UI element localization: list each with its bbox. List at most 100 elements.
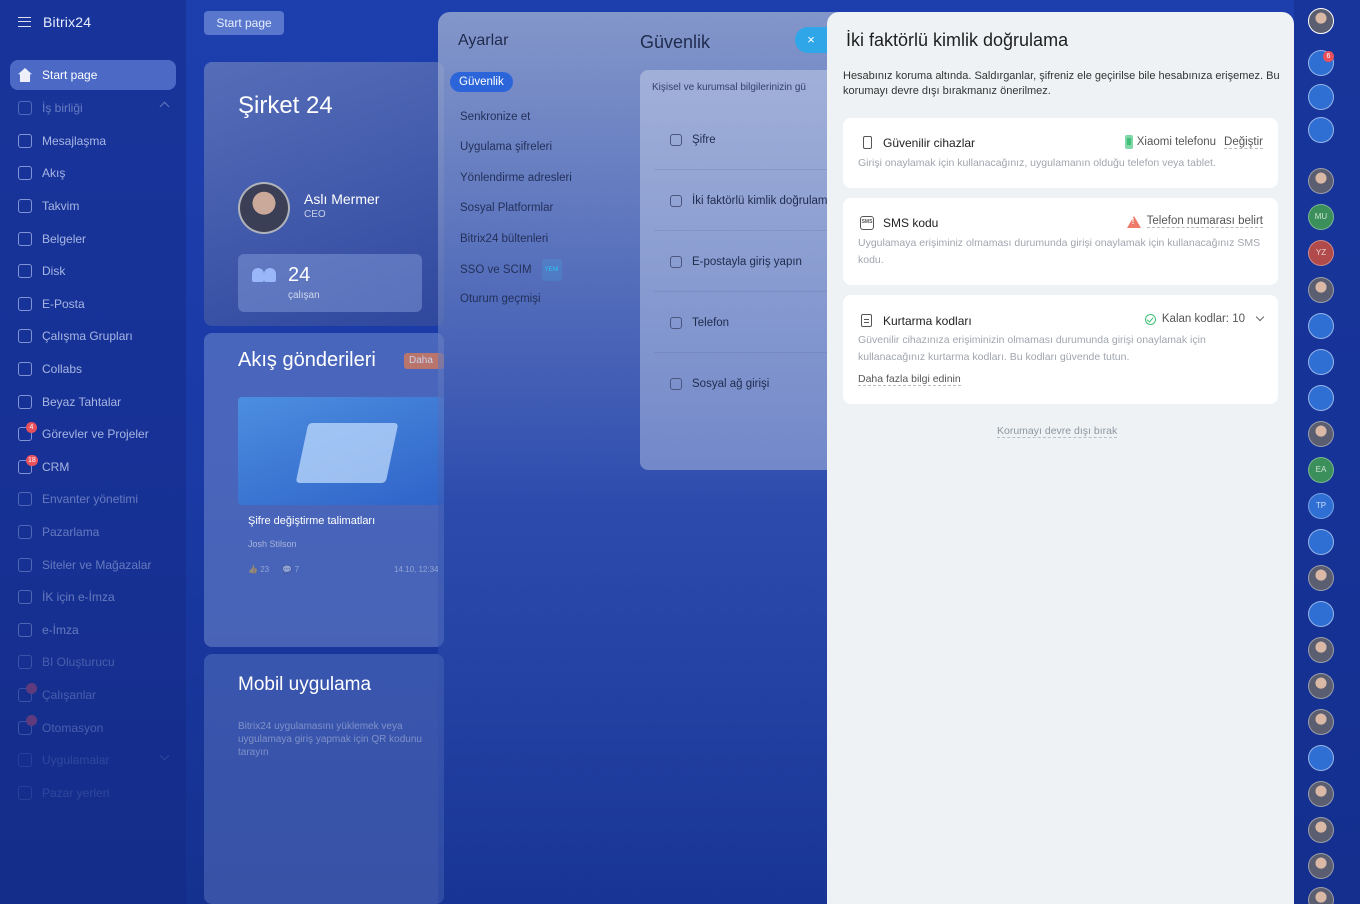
mail-icon	[670, 256, 682, 268]
settings-panel: Ayarlar Güvenlik Senkronize et Uygulama şi…	[438, 12, 838, 904]
divider	[654, 169, 838, 170]
settings-menu-item-1[interactable]: Güvenlik	[450, 72, 513, 92]
chevron-down-icon[interactable]	[1255, 312, 1265, 322]
copilot-icon[interactable]	[1308, 529, 1334, 555]
security-row-label: E-postayla giriş yapın	[692, 256, 802, 268]
chat-icon[interactable]	[1308, 117, 1334, 143]
check-circle-icon	[1144, 313, 1156, 325]
sidebar-item-11[interactable]: Beyaz Tahtalar	[0, 385, 186, 418]
sidebar-item-label: Uygulamalar	[42, 753, 110, 768]
shield-icon	[670, 195, 682, 207]
contact-avatar[interactable]: YZ	[1308, 240, 1334, 266]
sidebar-item-5[interactable]: Takvim	[0, 190, 186, 223]
security-row-1[interactable]: Şifre	[670, 130, 716, 150]
settings-menu-item-3[interactable]: Uygulama şifreleri	[450, 132, 582, 162]
chevron-up-icon[interactable]	[159, 101, 170, 112]
lock-icon	[670, 134, 682, 146]
collab-icon	[18, 101, 32, 116]
divider	[654, 230, 838, 231]
ceo-name[interactable]: Aslı Mermer	[304, 191, 379, 207]
contact-avatar[interactable]	[1308, 887, 1334, 904]
sidebar-item-3[interactable]: Mesajlaşma	[0, 125, 186, 158]
settings-menu-item-5[interactable]: Sosyal Platformlar	[450, 193, 582, 223]
user-avatar[interactable]	[1308, 8, 1334, 34]
sidebar-item-12[interactable]: Görevler ve Projeler 4	[0, 418, 186, 451]
specify-phone-link[interactable]: Telefon numarası belirt	[1146, 215, 1263, 228]
bitrix24-logo[interactable]: Bitrix24	[43, 14, 91, 30]
change-device-link[interactable]: Değiştir	[1224, 136, 1263, 149]
contact-avatar[interactable]: EA	[1308, 457, 1334, 483]
contact-avatar[interactable]	[1308, 853, 1334, 879]
post-title[interactable]: Şifre değiştirme talimatları	[248, 515, 375, 527]
feed-card: Akış gönderileri Daha Şifre değiştirme t…	[204, 333, 444, 647]
settings-menu-item-2[interactable]: Senkronize et	[450, 102, 582, 132]
sidebar-item-8[interactable]: E-Posta	[0, 288, 186, 321]
close-button[interactable]: ×	[795, 27, 827, 53]
start-page-button[interactable]: Start page	[204, 11, 284, 35]
security-row-3[interactable]: E-postayla giriş yapın	[670, 252, 802, 272]
settings-menu-item-7[interactable]: SSO ve SCIM YENİ	[450, 254, 582, 284]
sidebar-item-15[interactable]: Pazarlama	[0, 516, 186, 549]
security-row-5[interactable]: Sosyal ağ girişi	[670, 374, 769, 394]
settings-menu-item-4[interactable]: Yönlendirme adresleri	[450, 163, 582, 193]
contact-avatar[interactable]	[1308, 277, 1334, 303]
contact-avatar[interactable]	[1308, 709, 1334, 735]
sms-icon: SMS	[860, 216, 874, 230]
contact-avatar[interactable]: MU	[1308, 204, 1334, 230]
sidebar-item-6[interactable]: Belgeler	[0, 222, 186, 255]
message-icon[interactable]	[1308, 385, 1334, 411]
recovery-codes-title: Kurtarma kodları	[883, 314, 972, 328]
collabs-icon	[18, 362, 32, 377]
contact-avatar[interactable]	[1308, 168, 1334, 194]
post-image[interactable]	[238, 397, 444, 505]
sidebar-item-22[interactable]: Uygulamalar	[0, 744, 186, 777]
sidebar-item-19[interactable]: BI Oluşturucu	[0, 646, 186, 679]
disable-protection-link[interactable]: Korumayı devre dışı bırak	[997, 425, 1118, 438]
copilot-icon[interactable]	[1308, 84, 1334, 110]
sidebar-item-7[interactable]: Disk	[0, 255, 186, 288]
ceo-avatar[interactable]	[238, 182, 290, 234]
chevron-down-icon[interactable]	[159, 750, 170, 761]
sidebar-item-17[interactable]: İK için e-İmza	[0, 581, 186, 614]
learn-more-link[interactable]: Daha fazla bilgi edinin	[858, 373, 961, 386]
group-icon[interactable]	[1308, 745, 1334, 771]
contact-avatar[interactable]: TP	[1308, 493, 1334, 519]
sidebar-item-1[interactable]: Start page	[10, 60, 176, 90]
sidebar-item-14[interactable]: Envanter yönetimi	[0, 483, 186, 516]
sidebar-item-4[interactable]: Akış	[0, 157, 186, 190]
sidebar-item-13[interactable]: CRM 18	[0, 451, 186, 484]
settings-menu-item-8[interactable]: Oturum geçmişi	[450, 284, 582, 314]
sidebar-item-21[interactable]: Otomasyon	[0, 711, 186, 744]
contact-avatar[interactable]	[1308, 421, 1334, 447]
settings-menu-item-6[interactable]: Bitrix24 bültenleri	[450, 224, 582, 254]
security-row-2[interactable]: İki faktörlü kimlik doğrulam	[670, 191, 827, 211]
sidebar-item-label: Çalışma Grupları	[42, 329, 133, 344]
sidebar-item-label: İK için e-İmza	[42, 590, 115, 605]
sidebar-item-20[interactable]: Çalışanlar	[0, 679, 186, 712]
security-row-label: İki faktörlü kimlik doğrulam	[692, 195, 828, 207]
sms-code-status: Telefon numarası belirt	[1126, 215, 1263, 228]
group-icon[interactable]	[1308, 601, 1334, 627]
post-author[interactable]: Josh Stilson	[248, 539, 297, 549]
sidebar-item-23[interactable]: Pazar yerleri	[0, 776, 186, 809]
sidebar-item-label: Pazarlama	[42, 525, 100, 540]
sidebar-item-18[interactable]: e-İmza	[0, 614, 186, 647]
bookmark-icon[interactable]	[1308, 313, 1334, 339]
contact-avatar[interactable]	[1308, 673, 1334, 699]
sidebar-item-10[interactable]: Collabs	[0, 353, 186, 386]
mobile-description: Bitrix24 uygulamasını yüklemek veya uygu…	[238, 721, 422, 758]
sidebar-item-label: Görevler ve Projeler	[42, 427, 149, 442]
sidebar-item-9[interactable]: Çalışma Grupları	[0, 320, 186, 353]
copilot-icon[interactable]	[1308, 349, 1334, 375]
sidebar-item-16[interactable]: Siteler ve Mağazalar	[0, 548, 186, 581]
contact-avatar[interactable]	[1308, 817, 1334, 843]
contact-avatar[interactable]	[1308, 781, 1334, 807]
menu-icon[interactable]	[18, 17, 31, 27]
contact-avatar[interactable]	[1308, 565, 1334, 591]
contact-avatar[interactable]	[1308, 637, 1334, 663]
security-row-4[interactable]: Telefon	[670, 313, 729, 333]
two-factor-title: İki faktörlü kimlik doğrulama	[846, 30, 1069, 50]
recovery-codes-card[interactable]: Kurtarma kodları Kalan kodlar: 10 Güveni…	[843, 295, 1278, 404]
sidebar-item-2[interactable]: İş birliği	[0, 92, 186, 125]
employees-widget[interactable]: 24 çalışan	[238, 254, 422, 312]
